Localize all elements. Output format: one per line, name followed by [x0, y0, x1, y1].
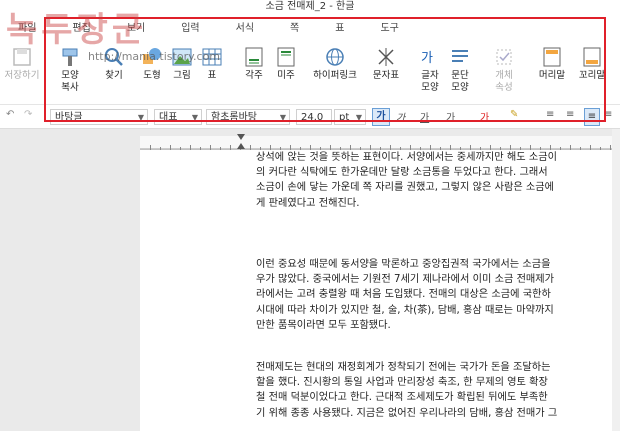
paragraph-2: 이런 중요성 때문에 동서양을 막론하고 중앙집권적 국가에서는 소금을 우가 … [256, 257, 620, 333]
vertical-scrollbar[interactable] [612, 129, 620, 431]
left-margin [0, 129, 140, 431]
paragraph-3: 전매제도는 현대의 재정회계가 정착되기 전에는 국가가 돈을 조달하는 할을 … [256, 360, 620, 421]
text-line: 시대에 따라 차이가 있지만 철, 술, 차(茶), 담배, 홍삼 때로는 마약… [256, 304, 554, 316]
document-page[interactable]: 상석에 앉는 것을 뜻하는 표현이다. 서양에서는 중세까지만 해도 소금이 의… [140, 150, 620, 431]
watermark-logo: 녹두장군 [6, 10, 148, 50]
text-line: 이런 중요성 때문에 동서양을 막론하고 중앙집권적 국가에서는 소금을 [256, 259, 551, 270]
text-line: 할을 했다. 진시황의 통일 사업과 만리장성 축조, 한 무제의 영토 확장 [256, 377, 548, 389]
save-button[interactable]: 저장하기 [0, 42, 44, 102]
text-line: 철 전매 덕분이었다고 한다. 근대적 조세제도가 확립된 뒤에도 부족한 [256, 392, 548, 404]
text-line: 게 판례였다고 전해진다. [256, 197, 360, 209]
watermark-url: http://mania.tistory.com [88, 50, 221, 63]
paragraph-1: 상석에 앉는 것을 뜻하는 표현이다. 서양에서는 중세까지만 해도 소금이 의… [256, 150, 620, 211]
text-line: 기 위해 종종 사용됐다. 지금은 없어진 우리나라의 담배, 홍삼 전매가 그 [256, 407, 558, 419]
horizontal-ruler[interactable] [140, 134, 620, 151]
save-label: 저장하기 [4, 70, 40, 81]
text-line: 의 커다란 식탁에도 한가운데만 달랑 소금통을 두었다고 한다. 그래서 [256, 167, 548, 179]
text-line: 소금이 손에 닿는 가운데 쪽 자리를 권했고, 그렇지 않은 사람은 소금에 [256, 182, 555, 194]
redo-icon[interactable]: ↷ [24, 109, 32, 120]
text-line: 만한 품목이라면 모두 포함됐다. [256, 319, 391, 331]
indent-marker-icon[interactable] [236, 134, 246, 150]
undo-icon[interactable]: ↶ [6, 109, 14, 120]
text-line: 라에서는 고려 충렬왕 때 처음 도입됐다. 전매의 대상은 소금에 국한하 [256, 289, 551, 301]
text-line: 우가 많았다. 중국에서는 기원전 7세기 제나라에서 이미 소금 전매제가 [256, 274, 555, 286]
text-line: 상석에 앉는 것을 뜻하는 표현이다. 서양에서는 중세까지만 해도 소금이 [256, 152, 557, 163]
text-line: 전매제도는 현대의 재정회계가 정착되기 전에는 국가가 돈을 조달하는 [256, 362, 551, 373]
